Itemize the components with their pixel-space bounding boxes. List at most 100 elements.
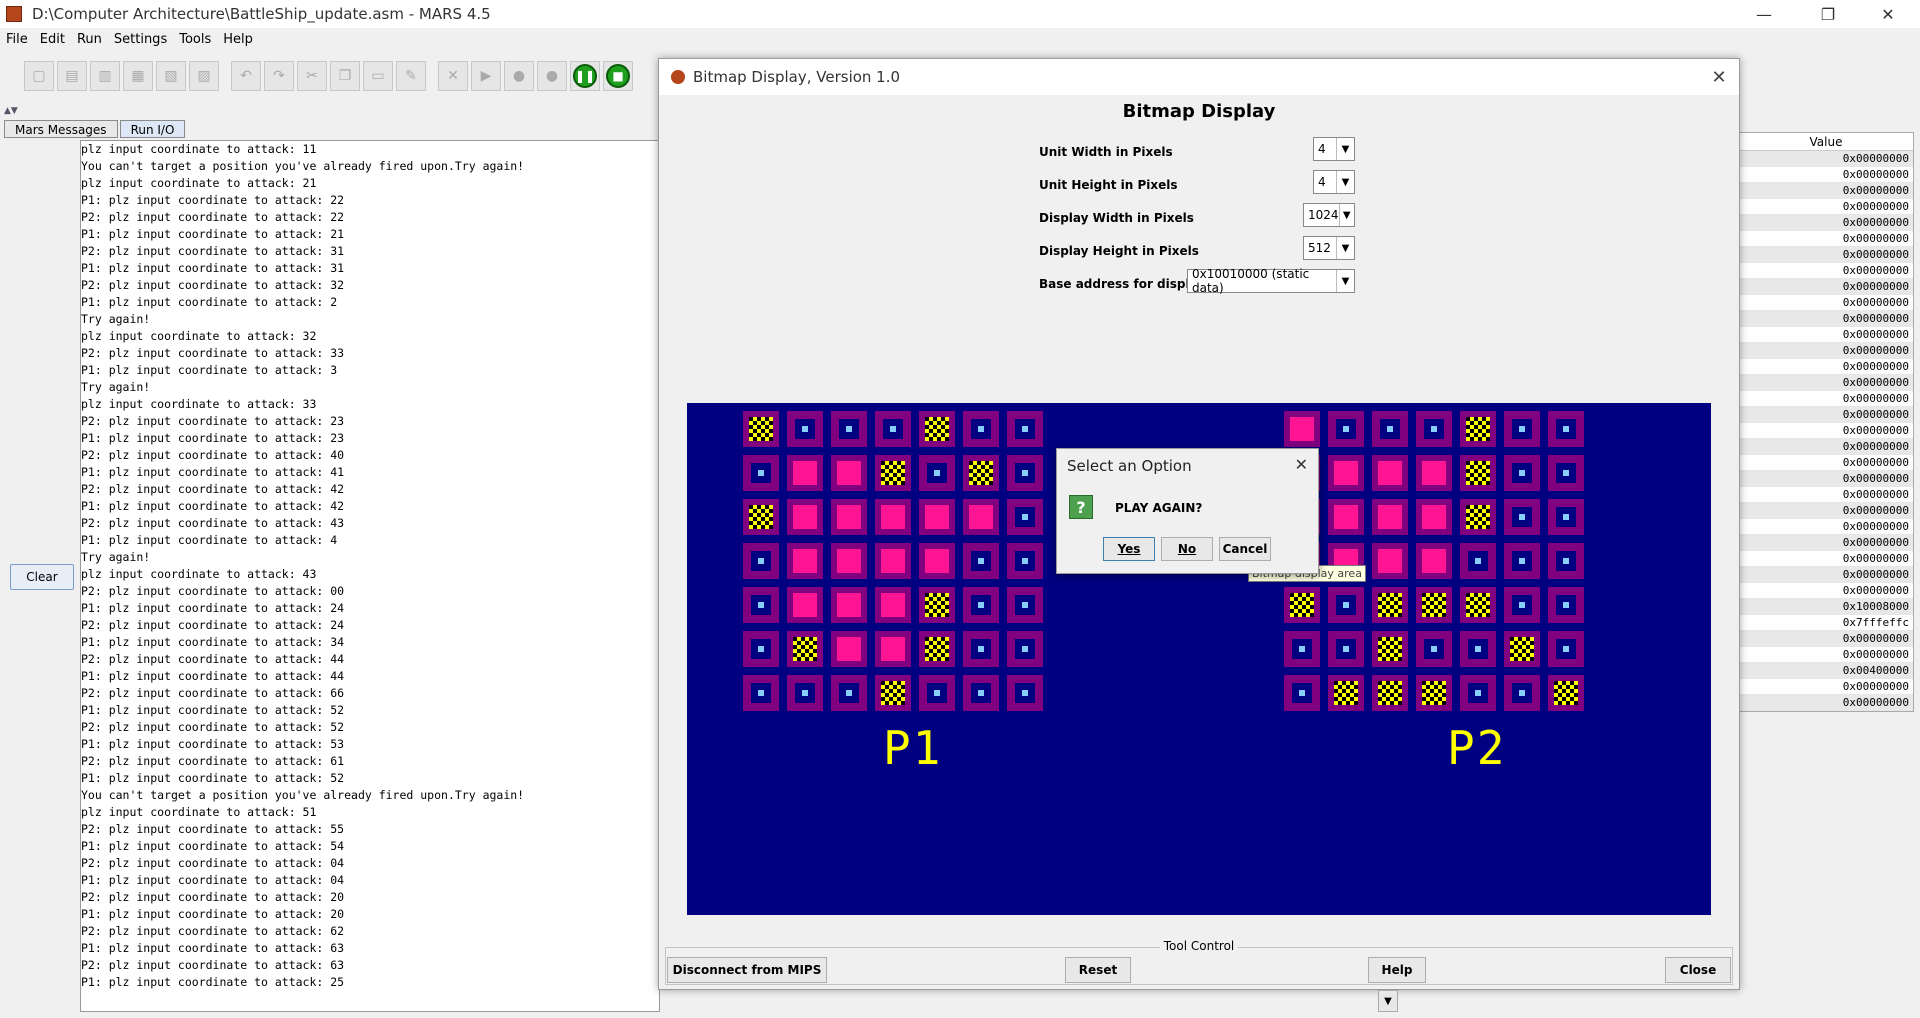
board-cell (1504, 411, 1540, 447)
reset-button[interactable]: Reset (1065, 957, 1131, 983)
empty-cell (1336, 639, 1356, 659)
cell-dot (1022, 558, 1028, 564)
print-icon[interactable]: ▨ (189, 61, 219, 91)
register-rows: 0x00000000 0x00000000 0x00000000 0x00000000… (1739, 151, 1913, 711)
menu-edit[interactable]: Edit (34, 32, 71, 47)
close-button[interactable]: Close (1665, 957, 1731, 983)
cell-dot (1519, 426, 1525, 432)
cell-dot (1022, 514, 1028, 520)
unit-width-select[interactable]: 4 ▼ (1313, 137, 1355, 161)
menu-file[interactable]: File (0, 32, 34, 47)
bitmap-close-icon[interactable]: ✕ (1707, 65, 1731, 89)
console-line: P2: plz input coordinate to attack: 63 (81, 958, 345, 972)
cell-dot (1022, 646, 1028, 652)
console-line: P1: plz input coordinate to attack: 42 (81, 499, 345, 513)
no-button[interactable]: No (1161, 537, 1213, 561)
board-cell (1372, 587, 1408, 623)
paste-icon[interactable]: ▭ (363, 61, 393, 91)
cell-dot (1475, 558, 1481, 564)
base-address-select[interactable]: 0x10010000 (static data) ▼ (1187, 267, 1355, 295)
board-cell (1416, 543, 1452, 579)
board-cell (1504, 543, 1540, 579)
run-io-console[interactable]: plz input coordinate to attack: 11 You ca… (80, 140, 660, 1012)
console-line: P1: plz input coordinate to attack: 53 (81, 737, 345, 751)
copy-icon[interactable]: ❐ (330, 61, 360, 91)
display-height-select[interactable]: 512 ▼ (1303, 236, 1355, 260)
display-width-select[interactable]: 1024 ▼ (1303, 203, 1355, 227)
board-cell (919, 543, 955, 579)
register-value: 0x00000000 (1739, 327, 1913, 343)
console-line: You can't target a position you've alrea… (81, 788, 525, 802)
board-cell (743, 455, 779, 491)
menu-help[interactable]: Help (217, 32, 259, 47)
menu-bar: File Edit Run Settings Tools Help (0, 28, 1920, 50)
save-icon[interactable]: ▥ (90, 61, 120, 91)
register-value: 0x00000000 (1739, 391, 1913, 407)
register-value: 0x00000000 (1739, 343, 1913, 359)
ship-hit-marker (1466, 417, 1490, 441)
empty-cell (839, 419, 859, 439)
save-as-icon[interactable]: ▦ (123, 61, 153, 91)
open-file-icon[interactable]: ▤ (57, 61, 87, 91)
empty-cell (1336, 419, 1356, 439)
board-cell (831, 455, 867, 491)
board-cell (1372, 675, 1408, 711)
tool-control-label: Tool Control (659, 939, 1739, 953)
register-value: 0x00000000 (1739, 359, 1913, 375)
dump-memory-icon[interactable]: ▧ (156, 61, 186, 91)
empty-cell (1015, 463, 1035, 483)
board-cell (963, 455, 999, 491)
ship-hit-marker (1510, 637, 1534, 661)
stop-icon[interactable]: ■ (603, 61, 633, 91)
unit-height-select[interactable]: 4 ▼ (1313, 170, 1355, 194)
hit-cell (793, 593, 817, 617)
run-icon[interactable]: ▶ (471, 61, 501, 91)
menu-settings[interactable]: Settings (108, 32, 173, 47)
base-address-value: 0x10010000 (static data) (1192, 267, 1310, 295)
cell-dot (758, 690, 764, 696)
empty-cell (795, 419, 815, 439)
help-button[interactable]: Help (1368, 957, 1426, 983)
backstep-icon[interactable]: ● (537, 61, 567, 91)
pause-icon[interactable]: ❚❚ (570, 61, 600, 91)
close-window-button[interactable]: ✕ (1860, 0, 1916, 28)
cell-dot (978, 690, 984, 696)
base-address-label: Base address for display (1039, 277, 1206, 291)
assemble-icon[interactable]: ✕ (438, 61, 468, 91)
hit-cell (837, 637, 861, 661)
panel-arrows-icon[interactable]: ▲▼ (4, 106, 18, 116)
menu-tools[interactable]: Tools (173, 32, 217, 47)
console-line: P1: plz input coordinate to attack: 52 (81, 771, 345, 785)
board-cell (1284, 631, 1320, 667)
console-line: P2: plz input coordinate to attack: 62 (81, 924, 345, 938)
console-line: P1: plz input coordinate to attack: 23 (81, 431, 345, 445)
console-line: P1: plz input coordinate to attack: 4 (81, 533, 338, 547)
console-scroll-down-icon[interactable]: ▼ (1378, 990, 1398, 1012)
step-icon[interactable]: ● (504, 61, 534, 91)
tab-mars-messages[interactable]: Mars Messages (4, 120, 118, 138)
cancel-button[interactable]: Cancel (1219, 537, 1271, 561)
clear-button[interactable]: Clear (10, 564, 74, 590)
board-cell (1416, 411, 1452, 447)
board-cell (1460, 675, 1496, 711)
cut-icon[interactable]: ✂ (297, 61, 327, 91)
board-cell (743, 675, 779, 711)
minimize-button[interactable]: — (1736, 0, 1792, 28)
dialog-close-icon[interactable]: ✕ (1295, 455, 1308, 474)
yes-button[interactable]: Yes (1103, 537, 1155, 561)
menu-run[interactable]: Run (71, 32, 108, 47)
hit-cell (837, 549, 861, 573)
board-cell (1284, 675, 1320, 711)
console-line: P1: plz input coordinate to attack: 52 (81, 703, 345, 717)
maximize-button[interactable]: ❐ (1800, 0, 1856, 28)
redo-icon[interactable]: ↷ (264, 61, 294, 91)
undo-icon[interactable]: ↶ (231, 61, 261, 91)
empty-cell (751, 639, 771, 659)
find-replace-icon[interactable]: ✎ (396, 61, 426, 91)
board-cell (963, 587, 999, 623)
disconnect-button[interactable]: Disconnect from MIPS (667, 957, 827, 983)
empty-cell (1015, 595, 1035, 615)
console-line: P1: plz input coordinate to attack: 31 (81, 261, 345, 275)
tab-run-io[interactable]: Run I/O (119, 120, 186, 138)
new-file-icon[interactable]: ▢ (24, 61, 54, 91)
